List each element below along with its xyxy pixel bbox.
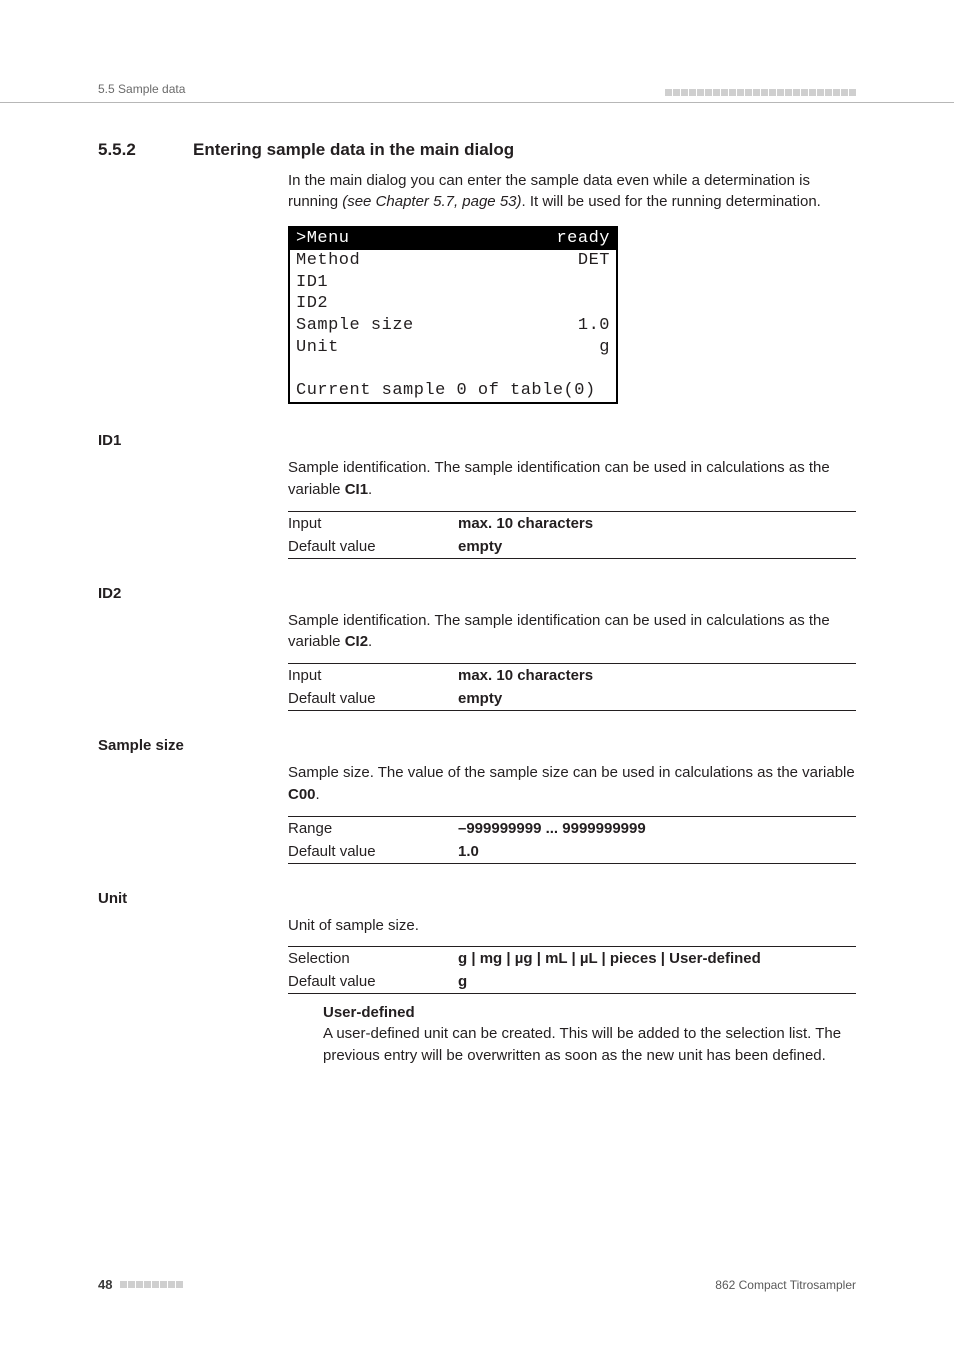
field-label-sample-size: Sample size: [98, 737, 856, 754]
field-desc-unit: Unit of sample size.: [288, 915, 856, 937]
lcd-row-label: ID1: [296, 272, 328, 294]
page-footer: 48 862 Compact Titrosampler: [98, 1277, 856, 1292]
spec-key: Input: [288, 664, 458, 688]
table-row: Selection g | mg | µg | mL | µL | pieces…: [288, 947, 856, 971]
lcd-row-label: Unit: [296, 337, 339, 359]
desc-variable: CI1: [345, 481, 368, 498]
table-row: Input max. 10 characters: [288, 511, 856, 535]
lcd-row-unit: Unit g: [290, 337, 616, 359]
lcd-row-method: Method DET: [290, 250, 616, 272]
lcd-status: ready: [556, 228, 610, 250]
user-defined-title: User-defined: [323, 1004, 856, 1021]
field-label-id2: ID2: [98, 585, 856, 602]
section-title: Entering sample data in the main dialog: [193, 140, 514, 160]
table-row: Default value empty: [288, 687, 856, 711]
product-name: 862 Compact Titrosampler: [715, 1278, 856, 1292]
table-row: Default value empty: [288, 535, 856, 559]
lcd-row-id2: ID2: [290, 293, 616, 315]
spec-table-id2: Input max. 10 characters Default value e…: [288, 663, 856, 711]
param-sample-size: Sample size Sample size. The value of th…: [98, 737, 856, 864]
spec-key: Default value: [288, 535, 458, 559]
lcd-row-sample-size: Sample size 1.0: [290, 315, 616, 337]
spec-key: Selection: [288, 947, 458, 971]
page-header: 5.5 Sample data: [0, 82, 954, 103]
page-number: 48: [98, 1277, 112, 1292]
table-row: Default value 1.0: [288, 840, 856, 864]
lcd-screenshot: >Menu ready Method DET ID1 ID2 Sample si…: [288, 226, 618, 404]
spec-key: Default value: [288, 970, 458, 994]
breadcrumb: 5.5 Sample data: [98, 82, 185, 96]
table-row: Range –999999999 ... 9999999999: [288, 816, 856, 840]
unit-user-defined: User-defined A user-defined unit can be …: [323, 1004, 856, 1067]
desc-variable: CI2: [345, 633, 368, 650]
lcd-current-sample: Current sample 0 of table(0): [296, 380, 596, 402]
spec-value: empty: [458, 690, 502, 707]
user-defined-body: A user-defined unit can be created. This…: [323, 1023, 856, 1067]
table-row: Input max. 10 characters: [288, 664, 856, 688]
desc-variable: C00: [288, 786, 316, 803]
spec-key: Input: [288, 511, 458, 535]
spec-table-id1: Input max. 10 characters Default value e…: [288, 511, 856, 559]
spec-key: Default value: [288, 840, 458, 864]
spec-key: Range: [288, 816, 458, 840]
page-number-block: 48: [98, 1277, 183, 1292]
intro-reference: (see Chapter 5.7, page 53): [342, 193, 521, 210]
param-unit: Unit Unit of sample size. Selection g | …: [98, 890, 856, 1067]
table-row: Default value g: [288, 970, 856, 994]
field-desc-id1: Sample identification. The sample identi…: [288, 457, 856, 501]
section-number: 5.5.2: [98, 140, 193, 160]
spec-key: Default value: [288, 687, 458, 711]
field-desc-id2: Sample identification. The sample identi…: [288, 610, 856, 654]
lcd-row-value: g: [599, 337, 610, 359]
lcd-blank-row: [290, 359, 616, 381]
spec-value: –999999999 ... 9999999999: [458, 820, 646, 837]
field-label-unit: Unit: [98, 890, 856, 907]
section-body: In the main dialog you can enter the sam…: [288, 170, 856, 404]
desc-text: Sample size. The value of the sample siz…: [288, 764, 855, 781]
lcd-row-value: 1.0: [578, 315, 610, 337]
header-ornament: [665, 89, 856, 96]
lcd-row-label: ID2: [296, 293, 328, 315]
desc-text: .: [316, 786, 320, 803]
lcd-row-id1: ID1: [290, 272, 616, 294]
lcd-menu-label: >Menu: [296, 228, 350, 250]
intro-paragraph: In the main dialog you can enter the sam…: [288, 170, 856, 212]
desc-text: .: [368, 481, 372, 498]
spec-value: g: [458, 973, 467, 990]
page-content: 5.5.2 Entering sample data in the main d…: [98, 140, 856, 1093]
spec-table-sample-size: Range –999999999 ... 9999999999 Default …: [288, 816, 856, 864]
spec-value: max. 10 characters: [458, 515, 593, 532]
spec-value: 1.0: [458, 843, 479, 860]
param-id2: ID2 Sample identification. The sample id…: [98, 585, 856, 712]
field-label-id1: ID1: [98, 432, 856, 449]
lcd-row-value: DET: [578, 250, 610, 272]
spec-value: empty: [458, 538, 502, 555]
intro-post: . It will be used for the running determ…: [522, 193, 821, 210]
footer-ornament: [120, 1281, 183, 1288]
spec-table-unit: Selection g | mg | µg | mL | µL | pieces…: [288, 946, 856, 994]
lcd-row-current: Current sample 0 of table(0): [290, 380, 616, 402]
lcd-row-label: Method: [296, 250, 360, 272]
spec-value: max. 10 characters: [458, 667, 593, 684]
param-id1: ID1 Sample identification. The sample id…: [98, 432, 856, 559]
field-desc-sample-size: Sample size. The value of the sample siz…: [288, 762, 856, 806]
lcd-titlebar: >Menu ready: [290, 228, 616, 250]
section-heading: 5.5.2 Entering sample data in the main d…: [98, 140, 856, 160]
spec-value: g | mg | µg | mL | µL | pieces | User-de…: [458, 950, 761, 967]
desc-text: .: [368, 633, 372, 650]
lcd-row-label: Sample size: [296, 315, 414, 337]
